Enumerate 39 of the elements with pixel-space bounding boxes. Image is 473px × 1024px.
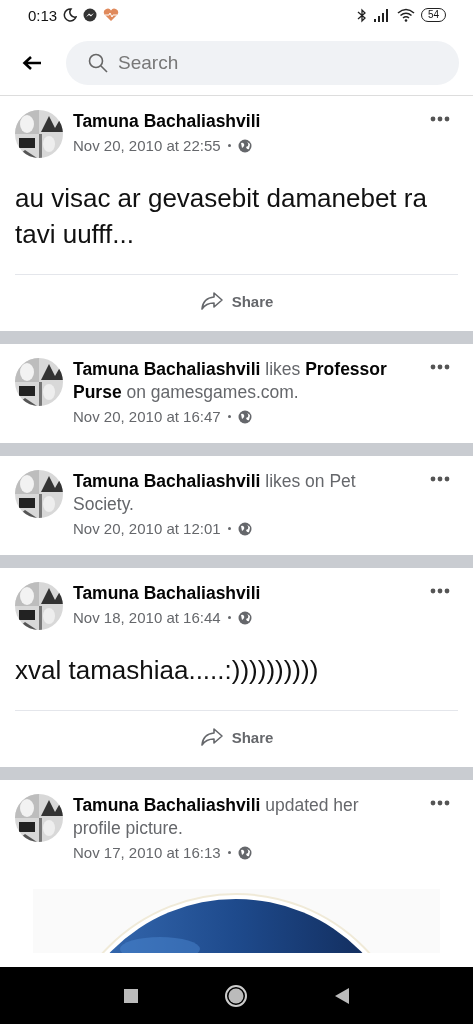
- share-icon: [199, 291, 224, 311]
- more-options-icon[interactable]: [430, 588, 450, 594]
- post-timestamp[interactable]: Nov 20, 2010 at 16:47: [73, 408, 221, 425]
- share-button[interactable]: Share: [195, 289, 278, 313]
- post-timestamp[interactable]: Nov 18, 2010 at 16:44: [73, 609, 221, 626]
- post-heading: Tamuna Bachaliashvili likes Professor Purse on gamesgames.com.: [73, 358, 388, 404]
- bluetooth-icon: [356, 7, 367, 23]
- signal-icon: [372, 8, 391, 22]
- globe-icon: [237, 845, 252, 860]
- globe-icon: [237, 409, 252, 424]
- post-heading: Tamuna Bachaliashvili updated her profile picture.: [73, 794, 360, 840]
- share-button[interactable]: Share: [195, 725, 278, 749]
- status-time: 0:13: [28, 6, 58, 24]
- recent-apps-icon[interactable]: [122, 987, 139, 1004]
- post-text: au visac ar gevasebit damanebet ra tavi uufff...: [14, 182, 428, 251]
- home-icon[interactable]: [224, 983, 249, 1008]
- globe-icon: [237, 610, 252, 625]
- more-options-icon[interactable]: [430, 364, 450, 370]
- more-options-icon[interactable]: [430, 116, 450, 122]
- post-heading: Tamuna Bachaliashvili likes on Pet Society.: [73, 470, 357, 516]
- more-options-icon[interactable]: [430, 800, 450, 806]
- globe-icon: [237, 521, 252, 536]
- moon-icon: [63, 8, 78, 22]
- globe-icon: [237, 138, 252, 153]
- heart-icon: [103, 8, 120, 22]
- post-text: xval tamashiaa.....:)))))))))): [14, 654, 320, 687]
- search-icon: [88, 52, 108, 73]
- post-heading: Tamuna Bachaliashvili: [73, 582, 262, 605]
- back-icon[interactable]: [334, 986, 351, 1005]
- post-timestamp[interactable]: Nov 20, 2010 at 12:01: [73, 520, 221, 537]
- messenger-icon: [83, 8, 98, 22]
- share-icon: [199, 727, 224, 747]
- post-timestamp[interactable]: Nov 20, 2010 at 22:55: [73, 137, 221, 154]
- back-arrow-icon[interactable]: [22, 54, 42, 71]
- wifi-icon: [396, 8, 415, 22]
- post-heading: Tamuna Bachaliashvili: [73, 110, 262, 133]
- search-field[interactable]: Search: [66, 40, 459, 85]
- more-options-icon[interactable]: [430, 476, 450, 482]
- post-timestamp[interactable]: Nov 17, 2010 at 16:13: [73, 844, 221, 861]
